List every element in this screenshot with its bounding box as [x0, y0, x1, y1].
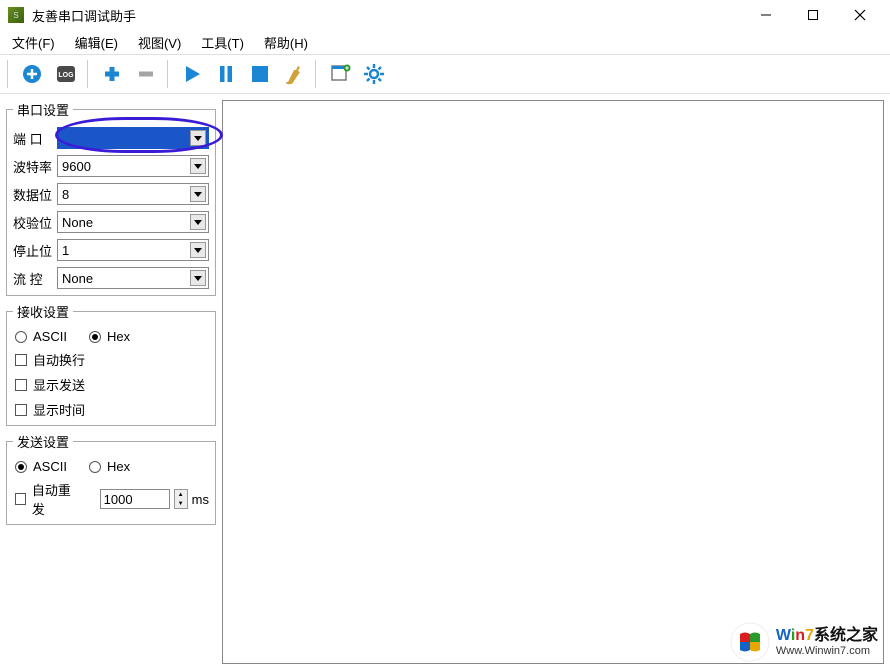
chevron-down-icon — [190, 158, 206, 174]
baud-label: 波特率 — [13, 157, 57, 176]
menu-bar: 文件(F) 编辑(E) 视图(V) 工具(T) 帮助(H) — [0, 30, 890, 54]
recv-showsend-checkbox[interactable]: 显示发送 — [15, 375, 85, 394]
watermark-url: Www.Winwin7.com — [776, 645, 878, 657]
window-title: 友善串口调试助手 — [32, 6, 136, 25]
databits-label: 数据位 — [13, 185, 57, 204]
play-button[interactable] — [176, 58, 208, 90]
send-settings-legend: 发送设置 — [13, 432, 73, 451]
flow-select[interactable]: None — [57, 267, 209, 289]
baud-select[interactable]: 9600 — [57, 155, 209, 177]
chevron-down-icon — [190, 214, 206, 230]
menu-file[interactable]: 文件(F) — [4, 31, 63, 54]
chevron-down-icon — [190, 130, 206, 146]
recv-showtime-checkbox[interactable]: 显示时间 — [15, 400, 85, 419]
stop-button[interactable] — [244, 58, 276, 90]
maximize-button[interactable] — [790, 1, 835, 29]
parity-value: None — [62, 215, 93, 230]
app-icon: S — [8, 7, 24, 23]
send-settings-group: 发送设置 ASCII Hex 自动重发 ▲▼ ms — [6, 432, 216, 525]
parity-select[interactable]: None — [57, 211, 209, 233]
toolbar-separator — [315, 60, 319, 88]
recv-ascii-radio[interactable]: ASCII — [15, 329, 67, 344]
receive-settings-group: 接收设置 ASCII Hex 自动换行 显示发送 显示时间 — [6, 302, 216, 426]
databits-select[interactable]: 8 — [57, 183, 209, 205]
connect-button[interactable] — [16, 58, 48, 90]
stopbits-value: 1 — [62, 243, 69, 258]
svg-text:LOG: LOG — [58, 72, 74, 79]
settings-button[interactable] — [358, 58, 390, 90]
send-hex-radio[interactable]: Hex — [89, 459, 130, 474]
left-panel: 串口设置 端 口 波特率 9600 数据位 8 — [0, 94, 222, 670]
serial-settings-group: 串口设置 端 口 波特率 9600 数据位 8 — [6, 100, 216, 296]
send-interval-input[interactable] — [100, 489, 170, 509]
chevron-down-icon — [190, 270, 206, 286]
output-area[interactable] — [222, 100, 884, 664]
serial-settings-legend: 串口设置 — [13, 100, 73, 119]
databits-value: 8 — [62, 187, 69, 202]
interval-unit: ms — [192, 492, 209, 507]
watermark: Win7系统之家 Www.Winwin7.com — [730, 622, 878, 662]
log-button[interactable]: LOG — [50, 58, 82, 90]
port-select[interactable] — [57, 127, 209, 149]
receive-settings-legend: 接收设置 — [13, 302, 73, 321]
toolbar-separator — [87, 60, 91, 88]
new-window-button[interactable] — [324, 58, 356, 90]
recv-autowrap-checkbox[interactable]: 自动换行 — [15, 350, 85, 369]
add-button[interactable] — [96, 58, 128, 90]
flow-label: 流 控 — [13, 269, 57, 288]
baud-value: 9600 — [62, 159, 91, 174]
toolbar-separator — [167, 60, 171, 88]
title-bar: S 友善串口调试助手 — [0, 0, 890, 30]
menu-help[interactable]: 帮助(H) — [256, 31, 316, 54]
toolbar: LOG — [0, 54, 890, 94]
menu-edit[interactable]: 编辑(E) — [67, 31, 126, 54]
port-label: 端 口 — [13, 129, 57, 148]
stopbits-label: 停止位 — [13, 241, 57, 260]
chevron-down-icon — [190, 242, 206, 258]
menu-tools[interactable]: 工具(T) — [193, 31, 252, 54]
windows-logo-icon — [730, 622, 770, 662]
flow-value: None — [62, 271, 93, 286]
close-button[interactable] — [837, 1, 882, 29]
remove-button[interactable] — [130, 58, 162, 90]
send-ascii-radio[interactable]: ASCII — [15, 459, 67, 474]
right-panel — [222, 94, 890, 670]
recv-hex-radio[interactable]: Hex — [89, 329, 130, 344]
chevron-down-icon — [190, 186, 206, 202]
clear-button[interactable] — [278, 58, 310, 90]
minimize-button[interactable] — [743, 1, 788, 29]
send-interval-stepper[interactable]: ▲▼ — [174, 489, 188, 509]
stopbits-select[interactable]: 1 — [57, 239, 209, 261]
pause-button[interactable] — [210, 58, 242, 90]
toolbar-separator — [7, 60, 11, 88]
parity-label: 校验位 — [13, 213, 57, 232]
send-autorepeat-checkbox[interactable]: 自动重发 — [15, 480, 78, 518]
watermark-brand: Win7系统之家 — [776, 627, 878, 645]
menu-view[interactable]: 视图(V) — [130, 31, 189, 54]
